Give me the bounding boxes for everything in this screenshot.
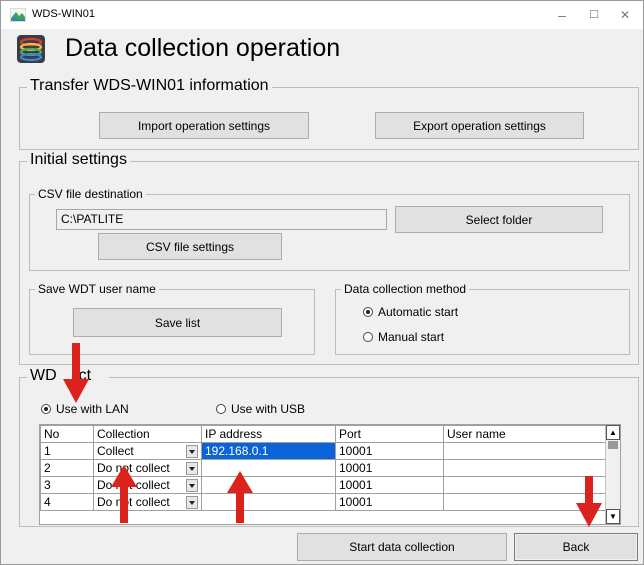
maximize-button[interactable]: ☐ <box>579 5 609 25</box>
column-header-no[interactable]: No <box>40 425 94 443</box>
arrow-up-icon <box>227 471 253 523</box>
row-no: 4 <box>40 493 94 511</box>
arrow-down-icon <box>576 476 602 527</box>
back-button[interactable]: Back <box>514 533 638 561</box>
dropdown-arrow-icon[interactable] <box>186 479 198 492</box>
select-folder-button[interactable]: Select folder <box>395 206 603 233</box>
port-cell[interactable]: 10001 <box>335 476 444 494</box>
radio-unselected-icon <box>363 332 373 342</box>
arrow-down-icon <box>63 343 89 403</box>
automatic-start-radio[interactable]: Automatic start <box>363 305 458 319</box>
collection-combo[interactable]: Collect <box>93 442 202 460</box>
row-no: 1 <box>40 442 94 460</box>
ip-address-cell[interactable]: 192.168.0.1 <box>201 442 336 460</box>
row-no: 3 <box>40 476 94 494</box>
csv-destination-title: CSV file destination <box>35 187 146 201</box>
use-usb-radio[interactable]: Use with USB <box>216 402 305 416</box>
dropdown-arrow-icon[interactable] <box>186 445 198 458</box>
collection-value: Collect <box>97 444 134 458</box>
port-cell[interactable]: 10001 <box>335 459 444 477</box>
dropdown-arrow-icon[interactable] <box>186 496 198 509</box>
automatic-start-label: Automatic start <box>378 305 459 319</box>
scroll-down-icon[interactable]: ▼ <box>606 509 620 524</box>
import-settings-button[interactable]: Import operation settings <box>99 112 309 139</box>
collection-method-group: Data collection method <box>335 282 630 355</box>
table-header-row: No Collection IP address Port User name <box>40 425 606 443</box>
csv-path-field[interactable]: C:\PATLITE <box>56 209 387 230</box>
dropdown-arrow-icon[interactable] <box>186 462 198 475</box>
initial-settings-title: Initial settings <box>27 151 130 169</box>
radio-selected-icon <box>363 307 373 317</box>
radio-selected-icon <box>41 404 51 414</box>
close-button[interactable]: ✕ <box>610 5 640 25</box>
page-title: Data collection operation <box>65 34 341 62</box>
minimize-button[interactable]: – <box>547 5 577 25</box>
scroll-thumb[interactable] <box>608 441 618 449</box>
user-name-cell[interactable] <box>443 459 606 477</box>
manual-start-label: Manual start <box>378 330 445 344</box>
csv-file-settings-button[interactable]: CSV file settings <box>98 233 282 260</box>
app-window: WDS-WIN01 – ☐ ✕ Data collection operatio… <box>0 0 644 565</box>
window-title: WDS-WIN01 <box>32 8 95 20</box>
transfer-group-title: Transfer WDS-WIN01 information <box>27 77 272 95</box>
arrow-up-icon <box>111 465 137 523</box>
save-list-button[interactable]: Save list <box>73 308 282 337</box>
port-cell[interactable]: 10001 <box>335 442 444 460</box>
app-icon <box>10 8 26 22</box>
wdt-list-title-left: WD <box>30 367 57 384</box>
use-usb-label: Use with USB <box>231 402 306 416</box>
wdt-user-title: Save WDT user name <box>35 282 159 296</box>
collection-method-title: Data collection method <box>341 282 470 296</box>
column-header-ip-address[interactable]: IP address <box>201 425 336 443</box>
column-header-user-name[interactable]: User name <box>443 425 606 443</box>
user-name-cell[interactable] <box>443 442 606 460</box>
radio-unselected-icon <box>216 404 226 414</box>
ip-address-cell[interactable] <box>201 493 336 511</box>
column-header-collection[interactable]: Collection <box>93 425 202 443</box>
export-settings-button[interactable]: Export operation settings <box>375 112 584 139</box>
port-cell[interactable]: 10001 <box>335 493 444 511</box>
data-collection-icon <box>17 35 45 63</box>
ip-address-cell[interactable] <box>201 459 336 477</box>
ip-address-cell[interactable] <box>201 476 336 494</box>
manual-start-radio[interactable]: Manual start <box>363 330 444 344</box>
row-no: 2 <box>40 459 94 477</box>
column-header-port[interactable]: Port <box>335 425 444 443</box>
scroll-up-icon[interactable]: ▲ <box>606 425 620 440</box>
start-data-collection-button[interactable]: Start data collection <box>297 533 507 561</box>
title-bar: WDS-WIN01 – ☐ ✕ <box>1 1 643 29</box>
table-scrollbar[interactable]: ▲ ▼ <box>605 425 620 524</box>
table-row[interactable]: 1 Collect 192.168.0.1 10001 <box>40 442 606 460</box>
